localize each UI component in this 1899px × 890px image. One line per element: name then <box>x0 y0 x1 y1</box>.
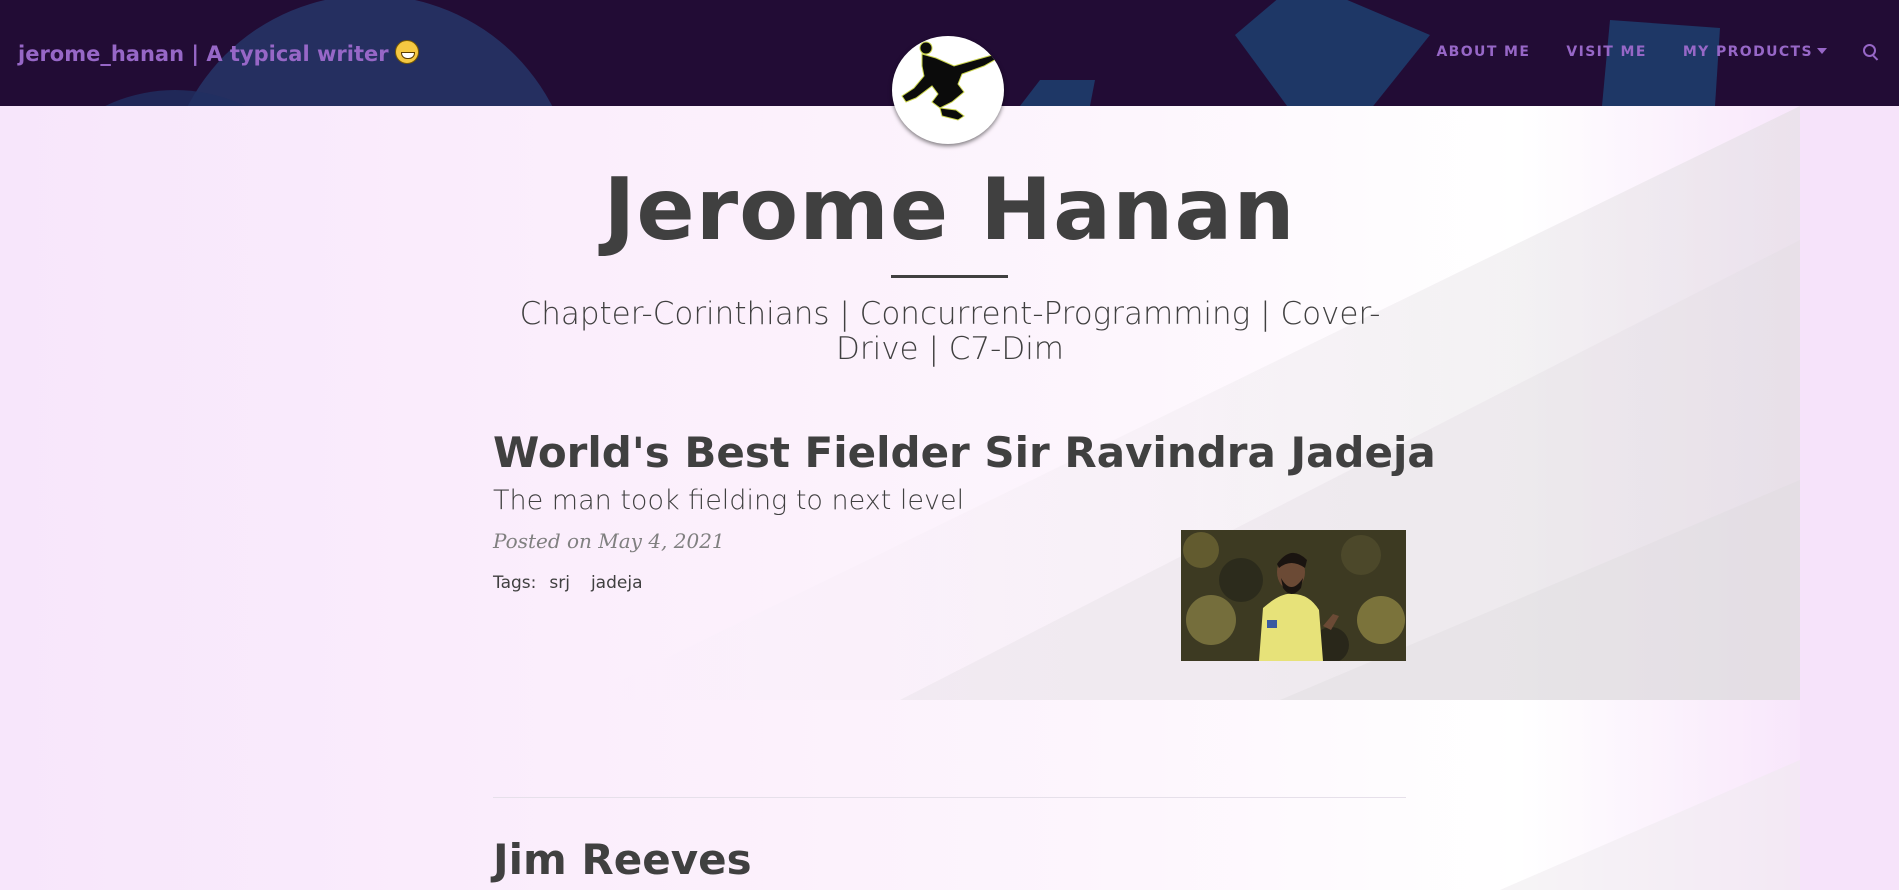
nav-my-products-dropdown[interactable]: MY PRODUCTS <box>1683 44 1827 60</box>
nav-visit-me[interactable]: VISIT ME <box>1566 44 1646 60</box>
post-title-link[interactable]: Jim Reeves <box>493 835 752 884</box>
tag-link[interactable]: jadeja <box>591 573 643 593</box>
search-icon[interactable] <box>1863 44 1879 60</box>
cricketer-silhouette-icon <box>901 41 999 121</box>
post-subtitle: The man took fielding to next level <box>493 485 965 516</box>
title-divider <box>891 275 1008 278</box>
avatar[interactable] <box>892 36 1004 144</box>
caret-down-icon <box>1817 48 1827 54</box>
brand-text: jerome_hanan | A typical writer <box>18 42 389 66</box>
post-divider <box>493 797 1406 798</box>
site-brand-link[interactable]: jerome_hanan | A typical writer <box>18 40 419 66</box>
post-tags: Tags: srj jadeja <box>493 573 650 593</box>
nav-links: ABOUT ME VISIT ME MY PRODUCTS <box>1400 44 1879 60</box>
page-subtitle: Chapter-Corinthians | Concurrent-Program… <box>519 296 1381 367</box>
post-title-link[interactable]: World's Best Fielder Sir Ravindra Jadeja <box>493 428 1436 477</box>
page-title: Jerome Hanan <box>603 160 1296 260</box>
tag-link[interactable]: srj <box>549 573 570 593</box>
post-thumbnail-image[interactable] <box>1181 530 1406 661</box>
grinning-face-icon <box>394 40 419 64</box>
tags-label: Tags: <box>493 573 537 593</box>
nav-my-products-label: MY PRODUCTS <box>1682 44 1813 60</box>
nav-about-me[interactable]: ABOUT ME <box>1436 44 1530 60</box>
post-meta: Posted on May 4, 2021 <box>493 529 725 553</box>
